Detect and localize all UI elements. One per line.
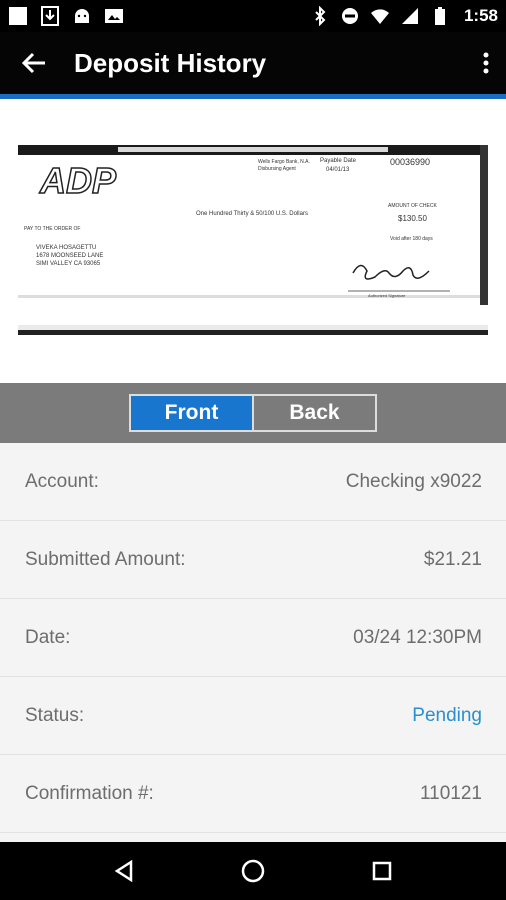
- check-payable-date: 04/01/13: [326, 167, 350, 173]
- detail-value: Checking x9022: [345, 470, 482, 492]
- wifi-icon: [370, 6, 390, 26]
- check-void-note: Void after 180 days: [390, 236, 433, 242]
- check-payable-date-label: Payable Date: [320, 158, 357, 164]
- detail-row-account: Account: Checking x9022: [0, 443, 506, 521]
- nav-recents-button[interactable]: [358, 847, 406, 895]
- detail-label: Date:: [25, 626, 71, 648]
- triangle-back-icon: [115, 859, 133, 883]
- detail-value: 110121: [420, 782, 482, 804]
- status-clock: 1:58: [463, 6, 498, 25]
- android-icon: [72, 6, 92, 26]
- detail-row-status: Status: Pending: [0, 677, 506, 755]
- do-not-disturb-icon: [340, 6, 360, 26]
- detail-row-submitted-amount: Submitted Amount: $21.21: [0, 521, 506, 599]
- battery-icon: [430, 6, 450, 26]
- bluetooth-icon: [310, 6, 330, 26]
- detail-value: 03/24 12:30PM: [353, 626, 482, 648]
- page-title: Deposit History: [74, 47, 267, 78]
- photo-icon: [104, 6, 124, 26]
- check-payee-address2: SIMI VALLEY CA 93065: [36, 261, 101, 267]
- app-bar: Deposit History: [0, 32, 506, 94]
- side-toggle-bar: Front Back: [0, 383, 506, 443]
- nav-home-button[interactable]: [229, 847, 277, 895]
- system-nav-bar: [0, 842, 506, 900]
- overflow-menu-button[interactable]: [466, 32, 506, 94]
- check-payer-line1: Wells Fargo Bank, N.A.: [258, 159, 310, 165]
- detail-value: $21.21: [423, 548, 482, 570]
- check-pay-to-label: PAY TO THE ORDER OF: [24, 226, 80, 232]
- back-tab[interactable]: Back: [253, 395, 376, 431]
- back-button[interactable]: [0, 32, 68, 94]
- check-amount-label: AMOUNT OF CHECK: [388, 203, 437, 209]
- detail-label: Account:: [25, 470, 99, 492]
- adp-logo: ADP: [39, 160, 117, 201]
- back-arrow-icon: [21, 52, 45, 74]
- front-tab[interactable]: Front: [130, 395, 253, 431]
- check-image[interactable]: ADP Wells Fargo Bank, N.A. Disbursing Ag…: [18, 145, 488, 335]
- status-bar: 1:58: [0, 0, 506, 32]
- check-payee-name: VIVEKA HOSAGETTU: [36, 245, 96, 251]
- circle-home-icon: [241, 859, 265, 883]
- check-image-area: ADP Wells Fargo Bank, N.A. Disbursing Ag…: [0, 99, 506, 383]
- check-number: 00036990: [390, 157, 430, 167]
- nav-back-button[interactable]: [100, 847, 148, 895]
- detail-label: Submitted Amount:: [25, 548, 186, 570]
- check-payee-address1: 1678 MOONSEED LANE: [36, 253, 103, 259]
- detail-label: Status:: [25, 704, 85, 726]
- signal-icon: [400, 6, 420, 26]
- download-icon: [40, 6, 60, 26]
- detail-label: Confirmation #:: [25, 782, 154, 804]
- detail-row-confirmation: Confirmation #: 110121: [0, 755, 506, 833]
- deposit-details: Account: Checking x9022 Submitted Amount…: [0, 443, 506, 833]
- side-toggle: Front Back: [129, 394, 377, 432]
- check-payer-line2: Disbursing Agent: [258, 166, 296, 172]
- check-amount-words: One Hundred Thirty & 50/100 U.S. Dollars: [196, 211, 308, 217]
- check-signature-caption: Authorized Signature: [368, 293, 406, 298]
- check-amount: $130.50: [398, 214, 427, 223]
- detail-row-date: Date: 03/24 12:30PM: [0, 599, 506, 677]
- notification-square-icon: [8, 6, 28, 26]
- status-badge: Pending: [412, 704, 482, 726]
- screen: 1:58 Deposit History ADP Wells Fargo Ban: [0, 0, 506, 900]
- square-recents-icon: [372, 861, 391, 881]
- more-vert-icon: [483, 52, 489, 74]
